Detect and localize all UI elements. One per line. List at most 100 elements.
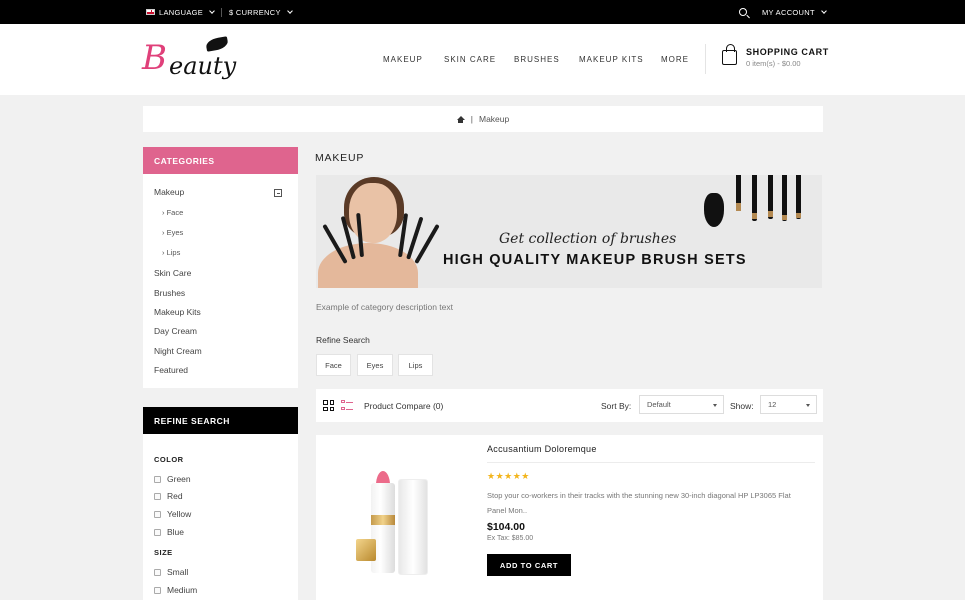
size-filter-label: SIZE [154,548,173,557]
filter-small[interactable]: Small [154,567,188,577]
checkbox[interactable] [154,528,161,536]
brush-shape [356,212,364,258]
uk-flag-icon [146,9,155,15]
search-button[interactable] [739,0,747,24]
checkbox[interactable] [154,586,161,594]
lipstick-gold-band [371,515,395,525]
category-banner: Get collection of brushes HIGH QUALITY M… [316,175,822,288]
checkbox[interactable] [154,475,161,483]
category-featured[interactable]: Featured [154,365,188,375]
filter-label: Small [167,567,189,577]
category-brushes[interactable]: Brushes [154,288,185,298]
currency-selector[interactable]: $ CURRENCY [229,0,293,24]
product-compare-link[interactable]: Product Compare (0) [364,401,443,411]
brush-shape [736,175,741,211]
top-bar: LANGUAGE $ CURRENCY MY ACCOUNT [0,0,965,24]
product-ex-tax: Ex Tax: $85.00 [487,535,534,542]
sort-by-label: Sort By: [601,401,632,411]
nav-makeup-kits[interactable]: MAKEUP KITS [579,24,644,95]
subcategory-label: Eyes [166,228,184,237]
filter-blue[interactable]: Blue [154,527,184,537]
refine-tag-eyes[interactable]: Eyes [357,354,393,376]
add-to-cart-button[interactable]: ADD TO CART [487,554,571,576]
subcategory-label: Lips [166,248,181,257]
filter-label: Blue [167,527,185,537]
brush-shape [398,213,409,258]
sort-value: Default [647,400,671,409]
categories-title: CATEGORIES [143,147,298,174]
site-header: B eauty MAKEUP SKIN CARE BRUSHES MAKEUP … [0,24,965,95]
checkbox[interactable] [154,510,161,518]
subcategory-label: Face [166,208,184,217]
beauty-logo[interactable]: B eauty [142,36,252,86]
chevron-down-icon [209,7,215,14]
collapse-icon[interactable] [274,189,282,197]
category-skin-care[interactable]: Skin Care [154,268,191,278]
color-filter-label: COLOR [154,455,184,464]
currency-label: $ CURRENCY [229,7,281,17]
brush-shape [768,175,773,219]
brush-fan-image [322,209,440,269]
brush-shape [796,175,801,219]
my-account-menu[interactable]: MY ACCOUNT [762,0,827,24]
shopping-bag-icon [722,44,737,65]
breadcrumb-current[interactable]: Makeup [479,114,509,124]
home-icon[interactable] [456,115,465,123]
filter-label: Red [167,491,183,501]
nav-more[interactable]: MORE [661,24,689,95]
language-label: LANGUAGE [159,7,204,17]
product-card: Accusantium Doloremque ★★★★★ Stop your c… [316,435,823,600]
brush-shape [782,175,787,221]
logo-text: eauty [169,52,237,80]
category-description: Example of category description text [316,302,454,312]
refine-search-panel: REFINE SEARCH COLOR Green Red Yellow Blu… [143,407,298,600]
nav-skin-care[interactable]: SKIN CARE [444,24,496,95]
product-image[interactable] [316,435,471,600]
grid-view-icon[interactable] [323,400,334,411]
breadcrumb-separator: | [470,114,473,124]
refine-search-label: Refine Search [316,335,370,345]
category-day-cream[interactable]: Day Cream [154,326,197,336]
refine-search-title: REFINE SEARCH [143,407,298,434]
rating-stars-icon: ★★★★★ [487,471,530,481]
product-price: $104.00 [487,521,525,533]
category-makeup[interactable]: Makeup [154,187,184,197]
product-name[interactable]: Accusantium Doloremque [487,444,597,454]
brush-shape [752,175,757,221]
refine-tag-lips[interactable]: Lips [398,354,433,376]
product-divider [487,462,815,463]
subcategory-face[interactable]: › Face [162,208,183,217]
show-limit-select[interactable]: 12 [760,395,817,414]
filter-label: Green [167,474,191,484]
dropdown-arrow-icon [806,404,810,407]
subcategory-eyes[interactable]: › Eyes [162,228,183,237]
powder-brush-image [704,193,724,227]
subcategory-lips[interactable]: › Lips [162,248,180,257]
nav-brushes[interactable]: BRUSHES [514,24,560,95]
lipstick-cap [398,479,428,575]
filter-yellow[interactable]: Yellow [154,509,191,519]
nav-makeup[interactable]: MAKEUP [383,24,423,95]
dropdown-arrow-icon [713,404,717,407]
cart-title: SHOPPING CART [746,47,829,57]
category-night-cream[interactable]: Night Cream [154,346,202,356]
sort-by-select[interactable]: Default [639,395,724,414]
breadcrumb: | Makeup [143,106,823,132]
my-account-label: MY ACCOUNT [762,7,815,17]
product-description: Stop your co-workers in their tracks wit… [487,491,791,515]
category-makeup-kits[interactable]: Makeup Kits [154,307,201,317]
filter-green[interactable]: Green [154,474,191,484]
language-selector[interactable]: LANGUAGE [146,0,215,24]
lipstick-gold-cap [356,539,376,561]
chevron-down-icon [286,7,293,14]
filter-red[interactable]: Red [154,491,183,501]
checkbox[interactable] [154,568,161,576]
filter-label: Yellow [167,509,192,519]
product-toolbar: Product Compare (0) Sort By: Default Sho… [316,389,823,422]
filter-medium[interactable]: Medium [154,585,197,595]
cart-summary: 0 item(s) - $0.00 [746,59,801,68]
filter-label: Medium [167,585,198,595]
refine-tag-face[interactable]: Face [316,354,351,376]
list-view-icon[interactable] [341,400,353,411]
checkbox[interactable] [154,492,161,500]
